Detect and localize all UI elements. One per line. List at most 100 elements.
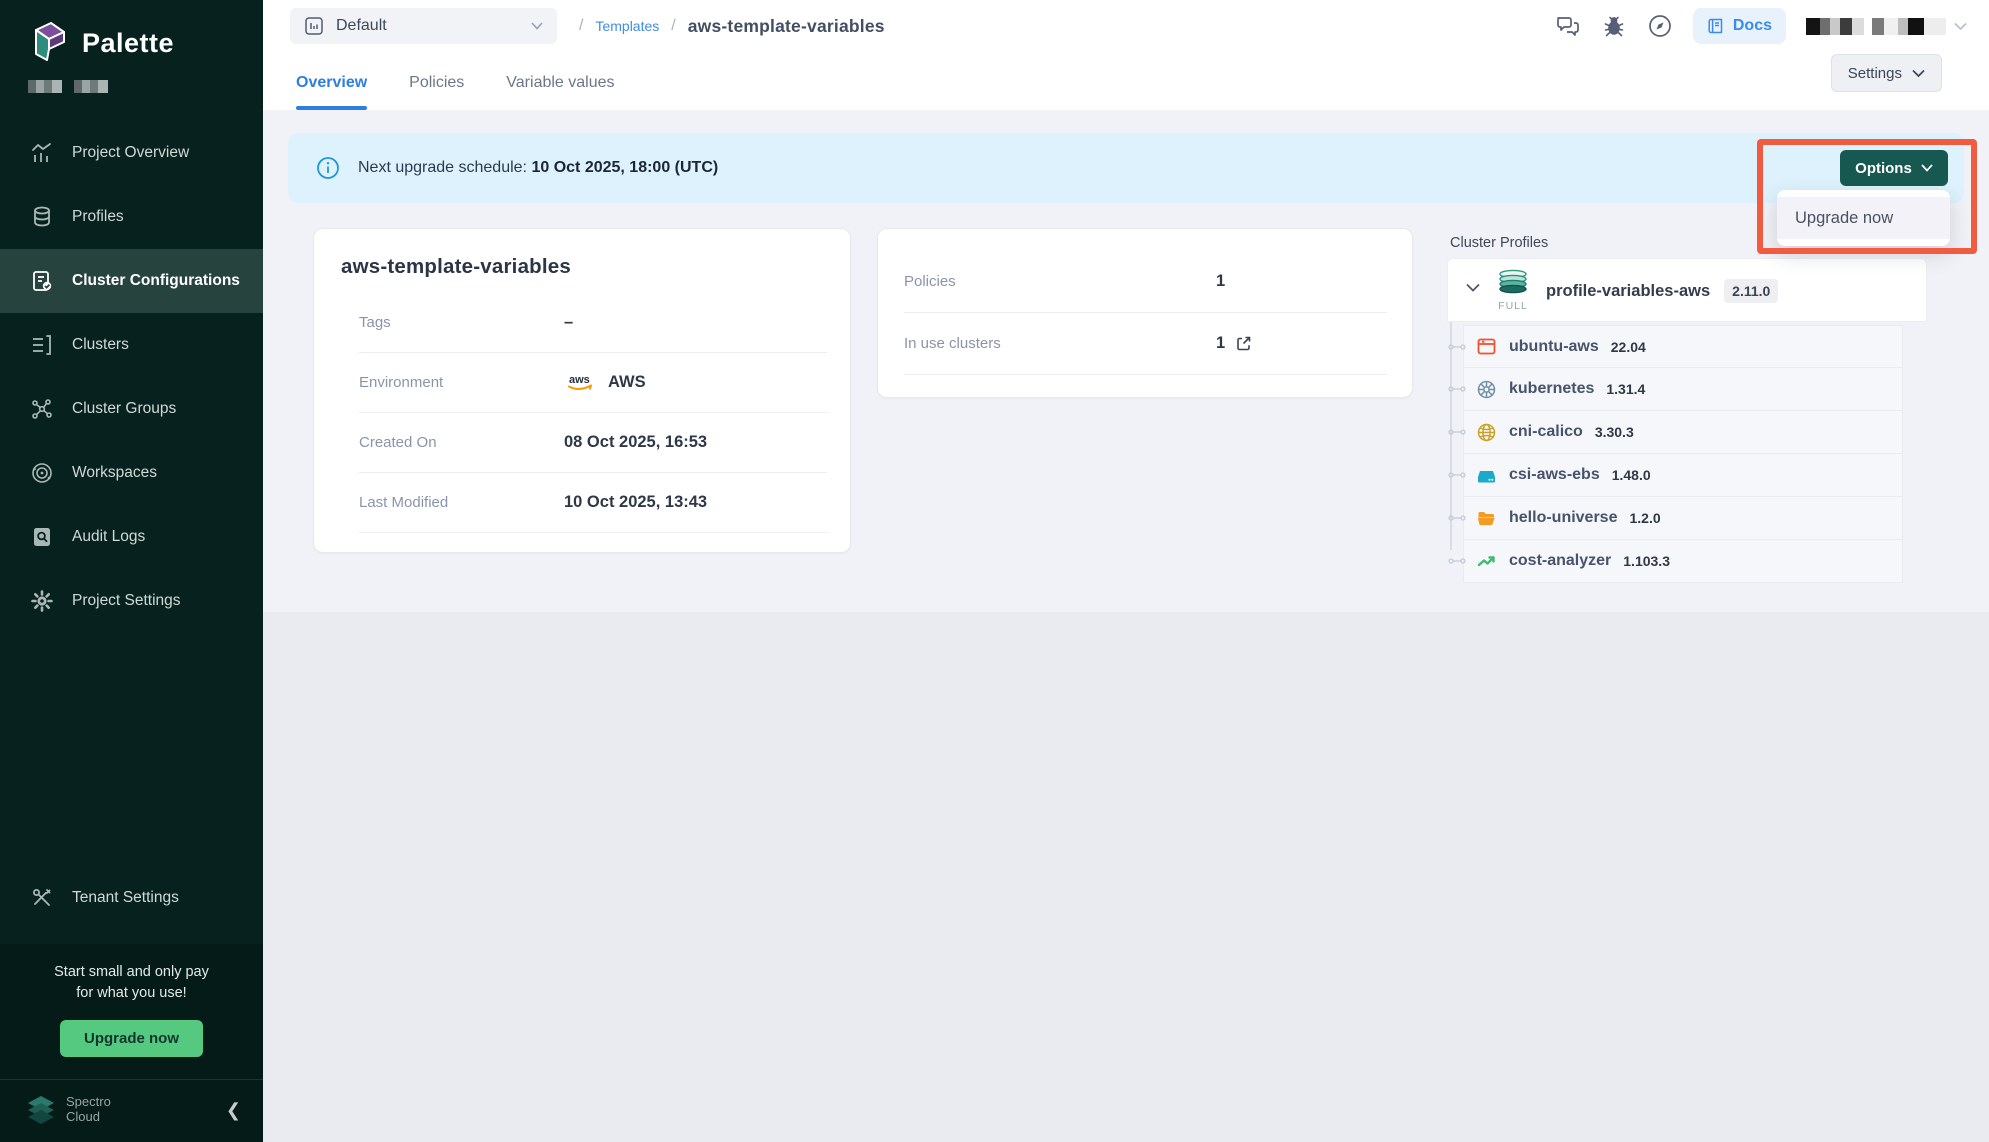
- sidebar-item-audit-logs[interactable]: Audit Logs: [0, 505, 263, 569]
- audit-log-icon: [30, 525, 54, 549]
- layer-row-ubuntu-aws[interactable]: ubuntu-aws 22.04: [1463, 325, 1903, 368]
- chevron-down-icon: [1921, 164, 1933, 172]
- profile-version-badge: 2.11.0: [1724, 279, 1778, 303]
- in-use-clusters-row: In use clusters 1: [904, 313, 1387, 375]
- chevron-down-icon: [1954, 22, 1967, 31]
- redacted-username: [1806, 18, 1864, 35]
- upgrade-schedule-banner: Next upgrade schedule: 10 Oct 2025, 18:0…: [288, 133, 1964, 203]
- spectro-cloud-name: Spectro Cloud: [66, 1095, 111, 1125]
- layer-row-csi-aws-ebs[interactable]: csi-aws-ebs 1.48.0: [1463, 454, 1903, 497]
- tree-branch-icon: [1448, 470, 1466, 480]
- breadcrumb-current: aws-template-variables: [688, 16, 885, 37]
- brand: Palette: [0, 0, 263, 66]
- palette-app: Palette Project Overview: [0, 0, 1989, 1142]
- environment-row: Environment aws AWS: [359, 353, 827, 413]
- tree-branch-icon: [1448, 384, 1466, 394]
- chat-icon[interactable]: [1555, 13, 1581, 39]
- book-icon: [1707, 17, 1725, 35]
- sidebar-item-clusters[interactable]: Clusters: [0, 313, 263, 377]
- tags-row: Tags –: [359, 293, 827, 353]
- profile-layers-list: ubuntu-aws 22.04 kubernetes: [1463, 325, 1903, 583]
- layer-row-cni-calico[interactable]: cni-calico 3.30.3: [1463, 411, 1903, 454]
- template-name-title: aws-template-variables: [314, 229, 850, 279]
- sidebar-upgrade-now-button[interactable]: Upgrade now: [60, 1020, 203, 1057]
- chevron-down-icon[interactable]: [1466, 283, 1480, 292]
- options-button[interactable]: Options: [1840, 150, 1948, 186]
- layer-row-hello-universe[interactable]: hello-universe 1.2.0: [1463, 497, 1903, 540]
- options-dropdown: Upgrade now: [1777, 190, 1950, 246]
- sidebar-footer: Spectro Cloud ❮: [0, 1079, 263, 1142]
- project-selector-value: Default: [336, 17, 519, 35]
- created-on-row: Created On 08 Oct 2025, 16:53: [359, 413, 827, 473]
- layer-row-cost-analyzer[interactable]: cost-analyzer 1.103.3: [1463, 540, 1903, 583]
- cluster-profiles-title: Cluster Profiles: [1450, 235, 1548, 251]
- compass-icon[interactable]: [1647, 13, 1673, 39]
- user-menu[interactable]: [1806, 18, 1967, 35]
- sidebar-item-cluster-configurations[interactable]: Cluster Configurations: [0, 249, 263, 313]
- server-list-icon: [30, 333, 54, 357]
- banner-text: Next upgrade schedule: 10 Oct 2025, 18:0…: [358, 159, 718, 177]
- redacted-block: [28, 80, 62, 93]
- cluster-profile-header: FULL profile-variables-aws 2.11.0: [1447, 258, 1927, 322]
- database-icon: [30, 205, 54, 229]
- tree-branch-icon: [1448, 427, 1466, 437]
- project-icon: [304, 16, 324, 36]
- tree-branch-icon: [1448, 342, 1466, 352]
- project-selector[interactable]: Default: [290, 8, 557, 44]
- sidebar-item-profiles[interactable]: Profiles: [0, 185, 263, 249]
- sidebar: Palette Project Overview: [0, 0, 263, 1142]
- bar-chart-icon: [30, 141, 54, 165]
- network-layer-icon: [1476, 422, 1497, 443]
- bug-report-icon[interactable]: [1601, 13, 1627, 39]
- sidebar-redacted-info: [0, 66, 263, 93]
- sidebar-item-workspaces[interactable]: Workspaces: [0, 441, 263, 505]
- storage-layer-icon: [1476, 465, 1497, 486]
- main-header: Default / Templates / aws-template-varia…: [263, 0, 1989, 110]
- tab-variable-values[interactable]: Variable values: [506, 74, 614, 110]
- collapse-sidebar-icon[interactable]: ❮: [226, 1100, 241, 1121]
- tab-policies[interactable]: Policies: [409, 74, 464, 110]
- docs-button[interactable]: Docs: [1693, 8, 1786, 44]
- spectro-cloud-logo: Spectro Cloud: [26, 1094, 226, 1126]
- usage-card: Policies 1 In use clusters 1: [877, 228, 1413, 398]
- template-overview-card: aws-template-variables Tags – Environmen…: [313, 228, 851, 553]
- sidebar-item-tenant-settings[interactable]: Tenant Settings: [0, 866, 263, 930]
- trend-layer-icon: [1476, 551, 1497, 572]
- sidebar-item-project-overview[interactable]: Project Overview: [0, 121, 263, 185]
- redacted-block: [74, 80, 108, 93]
- layer-row-kubernetes[interactable]: kubernetes 1.31.4: [1463, 368, 1903, 411]
- last-modified-row: Last Modified 10 Oct 2025, 13:43: [359, 473, 827, 533]
- tab-overview[interactable]: Overview: [296, 74, 367, 110]
- breadcrumb-templates-link[interactable]: Templates: [595, 18, 659, 34]
- brand-name: Palette: [82, 28, 174, 59]
- external-link-icon[interactable]: [1235, 335, 1252, 352]
- breadcrumb: / Templates / aws-template-variables: [579, 16, 885, 37]
- gear-icon: [30, 589, 54, 613]
- aws-logo-icon: aws: [564, 372, 598, 394]
- nodes-icon: [30, 397, 54, 421]
- sidebar-item-project-settings[interactable]: Project Settings: [0, 569, 263, 633]
- tree-branch-icon: [1448, 513, 1466, 523]
- chevron-down-icon: [531, 22, 543, 30]
- sidebar-nav: Project Overview Profiles: [0, 121, 263, 633]
- os-layer-icon: [1476, 336, 1497, 357]
- promo-text: Start small and only pay for what you us…: [10, 962, 253, 1004]
- tools-icon: [30, 886, 54, 910]
- policies-row: Policies 1: [904, 251, 1387, 313]
- profile-name: profile-variables-aws 2.11.0: [1546, 259, 1778, 323]
- redacted-username: [1872, 18, 1946, 35]
- content: Next upgrade schedule: 10 Oct 2025, 18:0…: [263, 110, 1989, 1142]
- tree-branch-icon: [1448, 556, 1466, 566]
- document-check-icon: [30, 269, 54, 293]
- upgrade-promo: Start small and only pay for what you us…: [0, 944, 263, 1079]
- spectro-cloud-mark-icon: [26, 1094, 56, 1126]
- settings-button[interactable]: Settings: [1831, 54, 1942, 92]
- palette-logo-icon: [28, 20, 70, 66]
- sidebar-bottom: Tenant Settings Start small and only pay…: [0, 866, 263, 1142]
- upgrade-now-menu-item[interactable]: Upgrade now: [1777, 197, 1950, 239]
- orbit-icon: [30, 461, 54, 485]
- chevron-down-icon: [1912, 69, 1925, 78]
- sidebar-item-cluster-groups[interactable]: Cluster Groups: [0, 377, 263, 441]
- svg-text:aws: aws: [569, 374, 590, 386]
- docs-label: Docs: [1733, 17, 1772, 35]
